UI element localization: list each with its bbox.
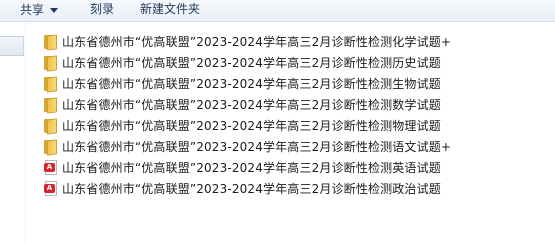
file-name: 山东省德州市“优高联盟”2023-2024学年高三2月诊断性检测历史试题 <box>62 56 441 70</box>
file-name: 山东省德州市“优高联盟”2023-2024学年高三2月诊断性检测英语试题 <box>62 161 441 175</box>
file-name: 山东省德州市“优高联盟”2023-2024学年高三2月诊断性检测生物试题 <box>62 77 441 91</box>
file-name: 山东省德州市“优高联盟”2023-2024学年高三2月诊断性检测数学试题 <box>62 98 441 112</box>
file-list: 山东省德州市“优高联盟”2023-2024学年高三2月诊断性检测化学试题+ 山东… <box>44 31 451 199</box>
navigation-pane[interactable] <box>0 22 25 243</box>
command-bar: 共享 刻录 新建文件夹 <box>0 0 555 22</box>
share-button-label: 共享 <box>20 3 45 17</box>
pane-divider[interactable] <box>25 22 26 243</box>
folder-icon <box>44 96 58 114</box>
file-name: 山东省德州市“优高联盟”2023-2024学年高三2月诊断性检测语文试题+ <box>62 140 452 154</box>
list-item[interactable]: A 山东省德州市“优高联盟”2023-2024学年高三2月诊断性检测英语试题 <box>44 157 451 178</box>
folder-icon <box>44 54 58 72</box>
pdf-icon: A <box>44 180 58 197</box>
folder-icon <box>44 138 58 156</box>
pdf-icon: A <box>44 159 58 176</box>
file-name: 山东省德州市“优高联盟”2023-2024学年高三2月诊断性检测化学试题+ <box>62 35 452 49</box>
burn-button-label: 刻录 <box>90 2 115 16</box>
share-button[interactable]: 共享 <box>14 0 64 21</box>
folder-icon <box>44 117 58 135</box>
file-name: 山东省德州市“优高联盟”2023-2024学年高三2月诊断性检测物理试题 <box>62 119 441 133</box>
file-name: 山东省德州市“优高联盟”2023-2024学年高三2月诊断性检测政治试题 <box>62 182 441 196</box>
navigation-selected-item[interactable] <box>0 36 24 56</box>
burn-button[interactable]: 刻录 <box>84 0 120 21</box>
list-item[interactable]: 山东省德州市“优高联盟”2023-2024学年高三2月诊断性检测数学试题 <box>44 94 451 115</box>
chevron-down-icon <box>50 8 59 13</box>
new-folder-button[interactable]: 新建文件夹 <box>134 0 206 21</box>
list-item[interactable]: 山东省德州市“优高联盟”2023-2024学年高三2月诊断性检测物理试题 <box>44 115 451 136</box>
list-item[interactable]: 山东省德州市“优高联盟”2023-2024学年高三2月诊断性检测语文试题+ <box>44 136 451 157</box>
folder-icon <box>44 33 58 51</box>
list-item[interactable]: 山东省德州市“优高联盟”2023-2024学年高三2月诊断性检测生物试题 <box>44 73 451 94</box>
list-item[interactable]: 山东省德州市“优高联盟”2023-2024学年高三2月诊断性检测化学试题+ <box>44 31 451 52</box>
list-item[interactable]: A 山东省德州市“优高联盟”2023-2024学年高三2月诊断性检测政治试题 <box>44 178 451 199</box>
new-folder-button-label: 新建文件夹 <box>140 2 201 16</box>
explorer-window: 共享 刻录 新建文件夹 山东省德州市“优高联盟”2023-2024学年高三2月诊… <box>0 0 555 243</box>
folder-icon <box>44 75 58 93</box>
list-item[interactable]: 山东省德州市“优高联盟”2023-2024学年高三2月诊断性检测历史试题 <box>44 52 451 73</box>
